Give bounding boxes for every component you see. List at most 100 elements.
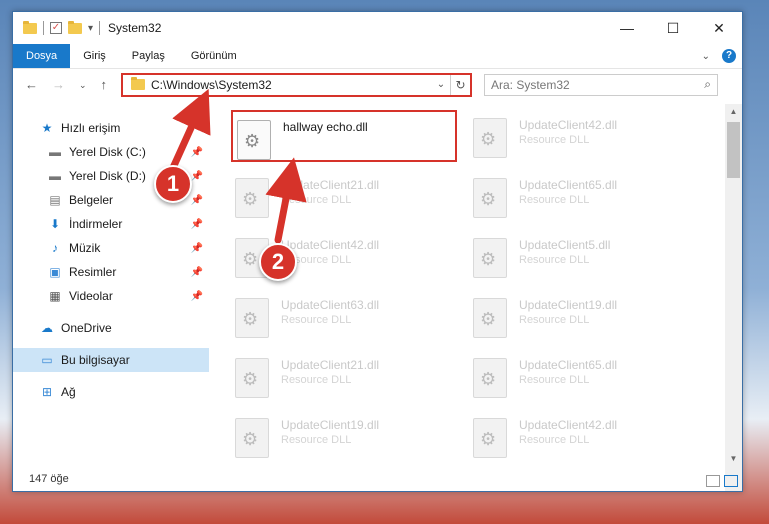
file-item-highlighted[interactable]: hallway echo.dll — [231, 110, 457, 162]
file-item[interactable]: UpdateClient65.dll Resource DLL — [469, 170, 707, 230]
file-item[interactable]: UpdateClient65.dll Resource DLL — [469, 350, 707, 410]
back-arrow-icon[interactable]: ← — [25, 77, 38, 93]
address-path[interactable]: C:\Windows\System32 — [151, 78, 272, 92]
view-toggle — [706, 475, 738, 487]
divider — [99, 21, 101, 35]
address-bar[interactable]: C:\Windows\System32 ⌄ ↻ — [121, 72, 472, 97]
sidebar-item-network[interactable]: ⊞ Ağ — [13, 380, 209, 404]
search-icon[interactable]: ⌕ — [704, 77, 711, 92]
sidebar-item-label: OneDrive — [61, 321, 112, 335]
sidebar-item-local-disk-c[interactable]: ▬ Yerel Disk (C:) 📌 — [13, 140, 209, 164]
expand-ribbon-icon[interactable]: ⌄ — [702, 51, 710, 62]
file-explorer-window: ✓ ▾ System32 — ☐ ✕ Dosya Giriş Paylaş Gö… — [12, 11, 743, 492]
file-type: Resource DLL — [281, 374, 352, 386]
download-icon: ⬇ — [49, 217, 61, 231]
tab-home[interactable]: Giriş — [70, 44, 119, 68]
file-item[interactable]: UpdateClient21.dll Resource DLL — [231, 350, 469, 410]
dll-file-icon — [473, 298, 507, 338]
details-view-icon[interactable] — [706, 475, 720, 487]
sidebar-item-label: İndirmeler — [69, 217, 123, 231]
pin-icon[interactable]: 📌 — [191, 291, 203, 302]
drive-icon: ▬ — [49, 169, 61, 183]
sidebar-item-label: Müzik — [69, 241, 101, 255]
folder-icon — [131, 77, 145, 90]
file-item[interactable]: UpdateClient63.dll Resource DLL — [231, 290, 469, 350]
quick-access-toolbar: ✓ ▾ — [23, 20, 101, 35]
window-controls: — ☐ ✕ — [604, 12, 742, 44]
file-type: Resource DLL — [281, 194, 352, 206]
file-item[interactable]: UpdateClient19.dll Resource DLL — [231, 410, 469, 470]
file-item[interactable]: UpdateClient19.dll Resource DLL — [469, 290, 707, 350]
forward-arrow-icon[interactable]: → — [52, 77, 65, 93]
file-item[interactable]: UpdateClient5.dll Resource DLL — [469, 230, 707, 290]
file-name: UpdateClient21.dll — [281, 178, 380, 192]
file-item[interactable]: UpdateClient42.dll Resource DLL — [469, 110, 707, 170]
step-badge-2: 2 — [259, 243, 297, 281]
dll-file-icon — [235, 358, 269, 398]
scrollbar-thumb[interactable] — [727, 122, 740, 178]
pin-icon[interactable]: 📌 — [191, 243, 203, 254]
sidebar-item-label: Hızlı erişim — [61, 121, 121, 135]
sidebar-item-this-pc[interactable]: ▭ Bu bilgisayar — [13, 348, 209, 372]
dll-file-icon — [473, 418, 507, 458]
search-box[interactable]: Ara: System32 ⌕ — [484, 73, 718, 96]
sidebar-item-videos[interactable]: ▦ Videolar 📌 — [13, 284, 209, 308]
pin-icon[interactable]: 📌 — [191, 219, 203, 230]
new-folder-icon[interactable] — [68, 20, 82, 34]
maximize-button[interactable]: ☐ — [650, 12, 696, 44]
video-icon: ▦ — [49, 289, 61, 303]
minimize-button[interactable]: — — [604, 12, 650, 44]
file-name: UpdateClient65.dll — [519, 178, 618, 192]
customize-toolbar-icon[interactable]: ▾ — [88, 23, 93, 34]
refresh-icon[interactable]: ↻ — [450, 74, 470, 95]
large-icons-view-icon[interactable] — [724, 475, 738, 487]
file-item[interactable]: UpdateClient42.dll Resource DLL — [469, 410, 707, 470]
properties-icon[interactable]: ✓ — [50, 22, 62, 34]
pin-icon[interactable]: 📌 — [191, 171, 203, 182]
pin-icon[interactable]: 📌 — [191, 267, 203, 278]
scroll-down-icon[interactable]: ▼ — [725, 454, 742, 463]
recent-locations-icon[interactable]: ⌄ — [79, 77, 87, 93]
file-type: Resource DLL — [281, 434, 352, 446]
up-arrow-icon[interactable]: ↑ — [101, 77, 108, 93]
sidebar-item-music[interactable]: ♪ Müzik 📌 — [13, 236, 209, 260]
sidebar-item-pictures[interactable]: ▣ Resimler 📌 — [13, 260, 209, 284]
navigation-row: ← → ⌄ ↑ C:\Windows\System32 ⌄ ↻ Ara: Sys… — [13, 68, 742, 100]
file-type: Resource DLL — [281, 314, 352, 326]
file-type: Resource DLL — [519, 254, 590, 266]
window-title: System32 — [108, 21, 162, 35]
network-icon: ⊞ — [41, 385, 53, 399]
file-name: UpdateClient42.dll — [519, 118, 618, 132]
pin-icon[interactable]: 📌 — [191, 147, 203, 158]
file-name: UpdateClient21.dll — [281, 358, 380, 372]
sidebar-item-label: Belgeler — [69, 193, 114, 207]
vertical-scrollbar[interactable]: ▲ ▼ — [725, 104, 742, 491]
main-area: ★ Hızlı erişim ▬ Yerel Disk (C:) 📌 ▬ Yer… — [13, 104, 742, 491]
close-button[interactable]: ✕ — [696, 12, 742, 44]
file-name: UpdateClient42.dll — [519, 418, 618, 432]
computer-icon: ▭ — [41, 353, 53, 367]
file-name: UpdateClient63.dll — [281, 298, 380, 312]
file-type: Resource DLL — [519, 314, 590, 326]
tab-view[interactable]: Görünüm — [178, 44, 250, 68]
cloud-icon: ☁ — [41, 321, 53, 335]
tab-file[interactable]: Dosya — [13, 44, 71, 68]
dll-file-icon — [473, 118, 507, 158]
tab-share[interactable]: Paylaş — [119, 44, 178, 68]
address-dropdown-icon[interactable]: ⌄ — [432, 79, 450, 90]
sidebar-item-quick-access[interactable]: ★ Hızlı erişim — [13, 116, 209, 140]
dll-file-icon — [235, 178, 269, 218]
file-type: Resource DLL — [519, 434, 590, 446]
file-name: UpdateClient19.dll — [519, 298, 618, 312]
pin-icon[interactable]: 📌 — [191, 195, 203, 206]
sidebar-item-onedrive[interactable]: ☁ OneDrive — [13, 316, 209, 340]
file-name: UpdateClient5.dll — [519, 238, 611, 252]
help-icon[interactable]: ? — [722, 49, 736, 63]
file-grid: hallway echo.dll UpdateClient42.dll Reso… — [231, 110, 707, 470]
file-name: UpdateClient65.dll — [519, 358, 618, 372]
pictures-icon: ▣ — [49, 265, 61, 279]
divider — [43, 21, 44, 35]
sidebar-item-downloads[interactable]: ⬇ İndirmeler 📌 — [13, 212, 209, 236]
scroll-up-icon[interactable]: ▲ — [725, 107, 742, 116]
file-item[interactable]: UpdateClient21.dll Resource DLL — [231, 170, 469, 230]
